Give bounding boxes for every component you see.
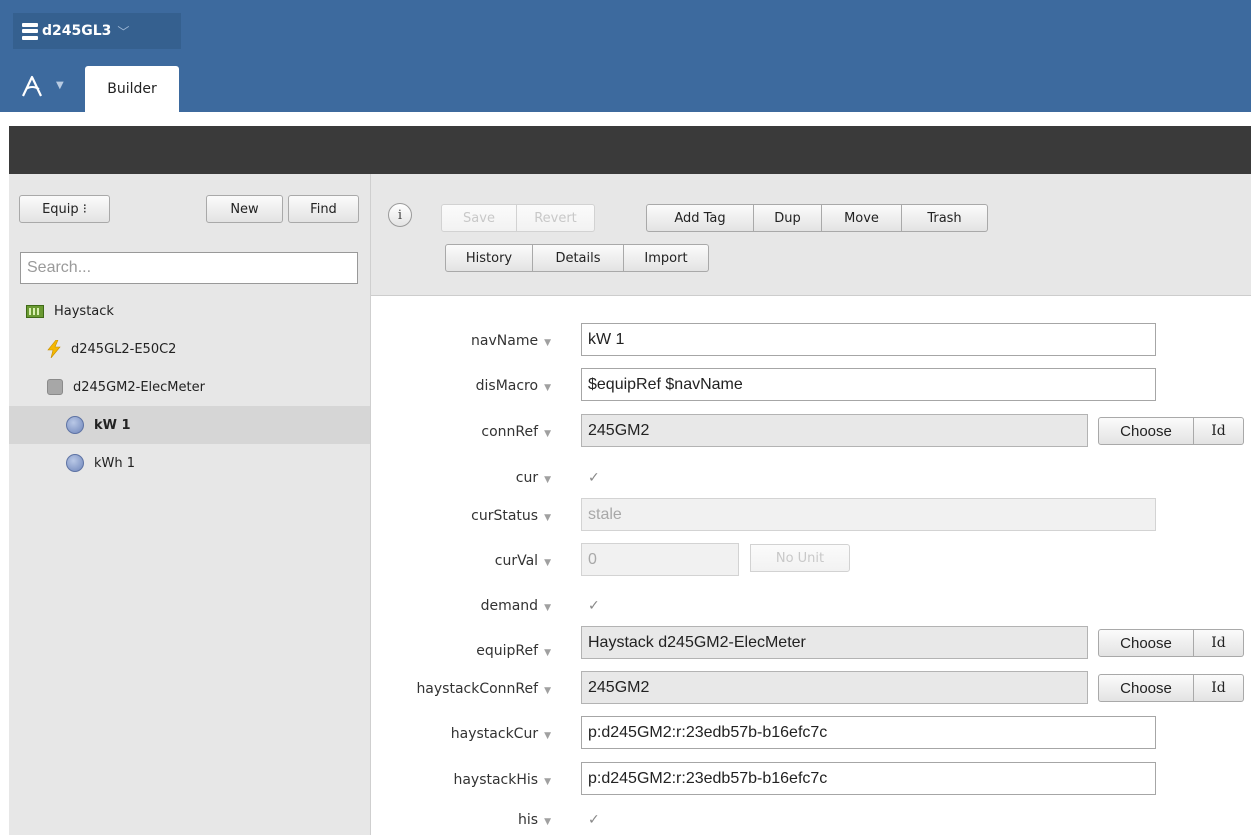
- find-button[interactable]: Find: [288, 195, 359, 223]
- type-select[interactable]: Equip ⁝: [19, 195, 110, 223]
- details-button[interactable]: Details: [533, 244, 624, 272]
- dropdown-arrow-icon[interactable]: ▼: [544, 475, 551, 485]
- field-label-curval: curVal ▼: [494, 553, 551, 569]
- choose-button[interactable]: Choose: [1098, 629, 1194, 657]
- dismacro-input[interactable]: $equipRef $navName: [581, 368, 1156, 401]
- view-actions-group: History Details Import: [445, 244, 709, 272]
- field-label-haystackcur: haystackCur ▼: [450, 726, 551, 742]
- field-label-haystackconnref: haystackConnRef ▼: [416, 681, 551, 697]
- field-label-connref: connRef ▼: [481, 424, 551, 440]
- top-header: d245GL3 ﹀ ▼ Builder: [0, 0, 1251, 112]
- cur-marker-check: ✓: [588, 470, 600, 486]
- equipref-actions: Choose Id: [1098, 629, 1244, 657]
- dropdown-arrow-icon[interactable]: ▼: [544, 686, 551, 696]
- id-button[interactable]: Id: [1194, 674, 1244, 702]
- trash-button[interactable]: Trash: [902, 204, 988, 232]
- caret-down-icon[interactable]: ▼: [56, 80, 64, 91]
- dropdown-arrow-icon[interactable]: ▼: [544, 777, 551, 787]
- site-icon: [26, 304, 44, 318]
- demand-marker-check: ✓: [588, 598, 600, 614]
- curval-field: 0: [581, 543, 739, 576]
- haystackhis-input[interactable]: p:d245GM2:r:23edb57b-b16efc7c: [581, 762, 1156, 795]
- add-tag-button[interactable]: Add Tag: [646, 204, 754, 232]
- field-label-haystackhis: haystackHis ▼: [453, 772, 551, 788]
- point-icon: [66, 416, 84, 434]
- save-revert-group: Save Revert: [441, 204, 595, 232]
- lightning-bolt-icon: [47, 340, 61, 358]
- dropdown-arrow-icon[interactable]: ▼: [544, 603, 551, 613]
- connref-actions: Choose Id: [1098, 417, 1244, 445]
- connref-field: 245GM2: [581, 414, 1088, 447]
- dropdown-arrow-icon[interactable]: ▼: [544, 648, 551, 658]
- unit-group: No Unit: [750, 544, 850, 572]
- app-menu-icon[interactable]: [20, 74, 44, 98]
- tree-item-label: Haystack: [54, 303, 114, 319]
- id-button[interactable]: Id: [1194, 629, 1244, 657]
- haystackcur-input[interactable]: p:d245GM2:r:23edb57b-b16efc7c: [581, 716, 1156, 749]
- field-label-cur: cur ▼: [515, 470, 551, 486]
- dropdown-arrow-icon[interactable]: ▼: [544, 338, 551, 348]
- dropdown-arrow-icon[interactable]: ▼: [544, 383, 551, 393]
- dropdown-arrow-icon[interactable]: ▼: [544, 513, 551, 523]
- no-unit-button[interactable]: No Unit: [750, 544, 850, 572]
- haystackconnref-actions: Choose Id: [1098, 674, 1244, 702]
- chevron-down-icon: ﹀: [117, 24, 130, 39]
- point-icon: [66, 454, 84, 472]
- choose-button[interactable]: Choose: [1098, 417, 1194, 445]
- dropdown-arrow-icon[interactable]: ▼: [544, 429, 551, 439]
- tree-item-site[interactable]: Haystack: [9, 292, 370, 330]
- import-button[interactable]: Import: [624, 244, 709, 272]
- tree-item-label: kW 1: [94, 417, 131, 433]
- field-label-navname: navName ▼: [471, 333, 551, 349]
- field-label-demand: demand ▼: [480, 598, 551, 614]
- tree-item-label: kWh 1: [94, 455, 136, 471]
- tree-item-label: d245GM2-ElecMeter: [73, 379, 205, 395]
- history-button[interactable]: History: [445, 244, 533, 272]
- search-input[interactable]: [20, 252, 358, 284]
- dropdown-arrow-icon[interactable]: ▼: [544, 731, 551, 741]
- revert-button[interactable]: Revert: [517, 204, 595, 232]
- project-name: d245GL3: [42, 23, 112, 39]
- dup-button[interactable]: Dup: [754, 204, 822, 232]
- database-icon: [22, 22, 38, 40]
- editor-toolbar: i Save Revert Add Tag Dup Move Trash His…: [371, 174, 1251, 296]
- view-toolbar: [9, 126, 1251, 174]
- project-selector[interactable]: d245GL3 ﹀: [13, 13, 181, 49]
- tree-item-label: d245GL2-E50C2: [71, 341, 177, 357]
- field-label-equipref: equipRef ▼: [476, 643, 551, 659]
- navname-input[interactable]: kW 1: [581, 323, 1156, 356]
- haystackconnref-field: 245GM2: [581, 671, 1088, 704]
- new-button[interactable]: New: [206, 195, 283, 223]
- dropdown-arrow-icon[interactable]: ▼: [544, 558, 551, 568]
- curstatus-field: stale: [581, 498, 1156, 531]
- his-marker-check: ✓: [588, 812, 600, 828]
- field-label-his: his ▼: [518, 812, 551, 828]
- field-label-dismacro: disMacro ▼: [475, 378, 551, 394]
- choose-button[interactable]: Choose: [1098, 674, 1194, 702]
- field-label-curstatus: curStatus ▼: [471, 508, 551, 524]
- edit-actions-group: Add Tag Dup Move Trash: [646, 204, 988, 232]
- equipref-field: Haystack d245GM2-ElecMeter: [581, 626, 1088, 659]
- tab-builder[interactable]: Builder: [85, 66, 179, 112]
- dropdown-arrow-icon[interactable]: ▼: [544, 817, 551, 827]
- equip-icon: [47, 379, 63, 395]
- id-button[interactable]: Id: [1194, 417, 1244, 445]
- tag-editor-form: navName ▼ kW 1 disMacro ▼ $equipRef $navNa…: [371, 296, 1251, 835]
- move-button[interactable]: Move: [822, 204, 902, 232]
- save-button[interactable]: Save: [441, 204, 517, 232]
- info-button[interactable]: i: [388, 203, 412, 227]
